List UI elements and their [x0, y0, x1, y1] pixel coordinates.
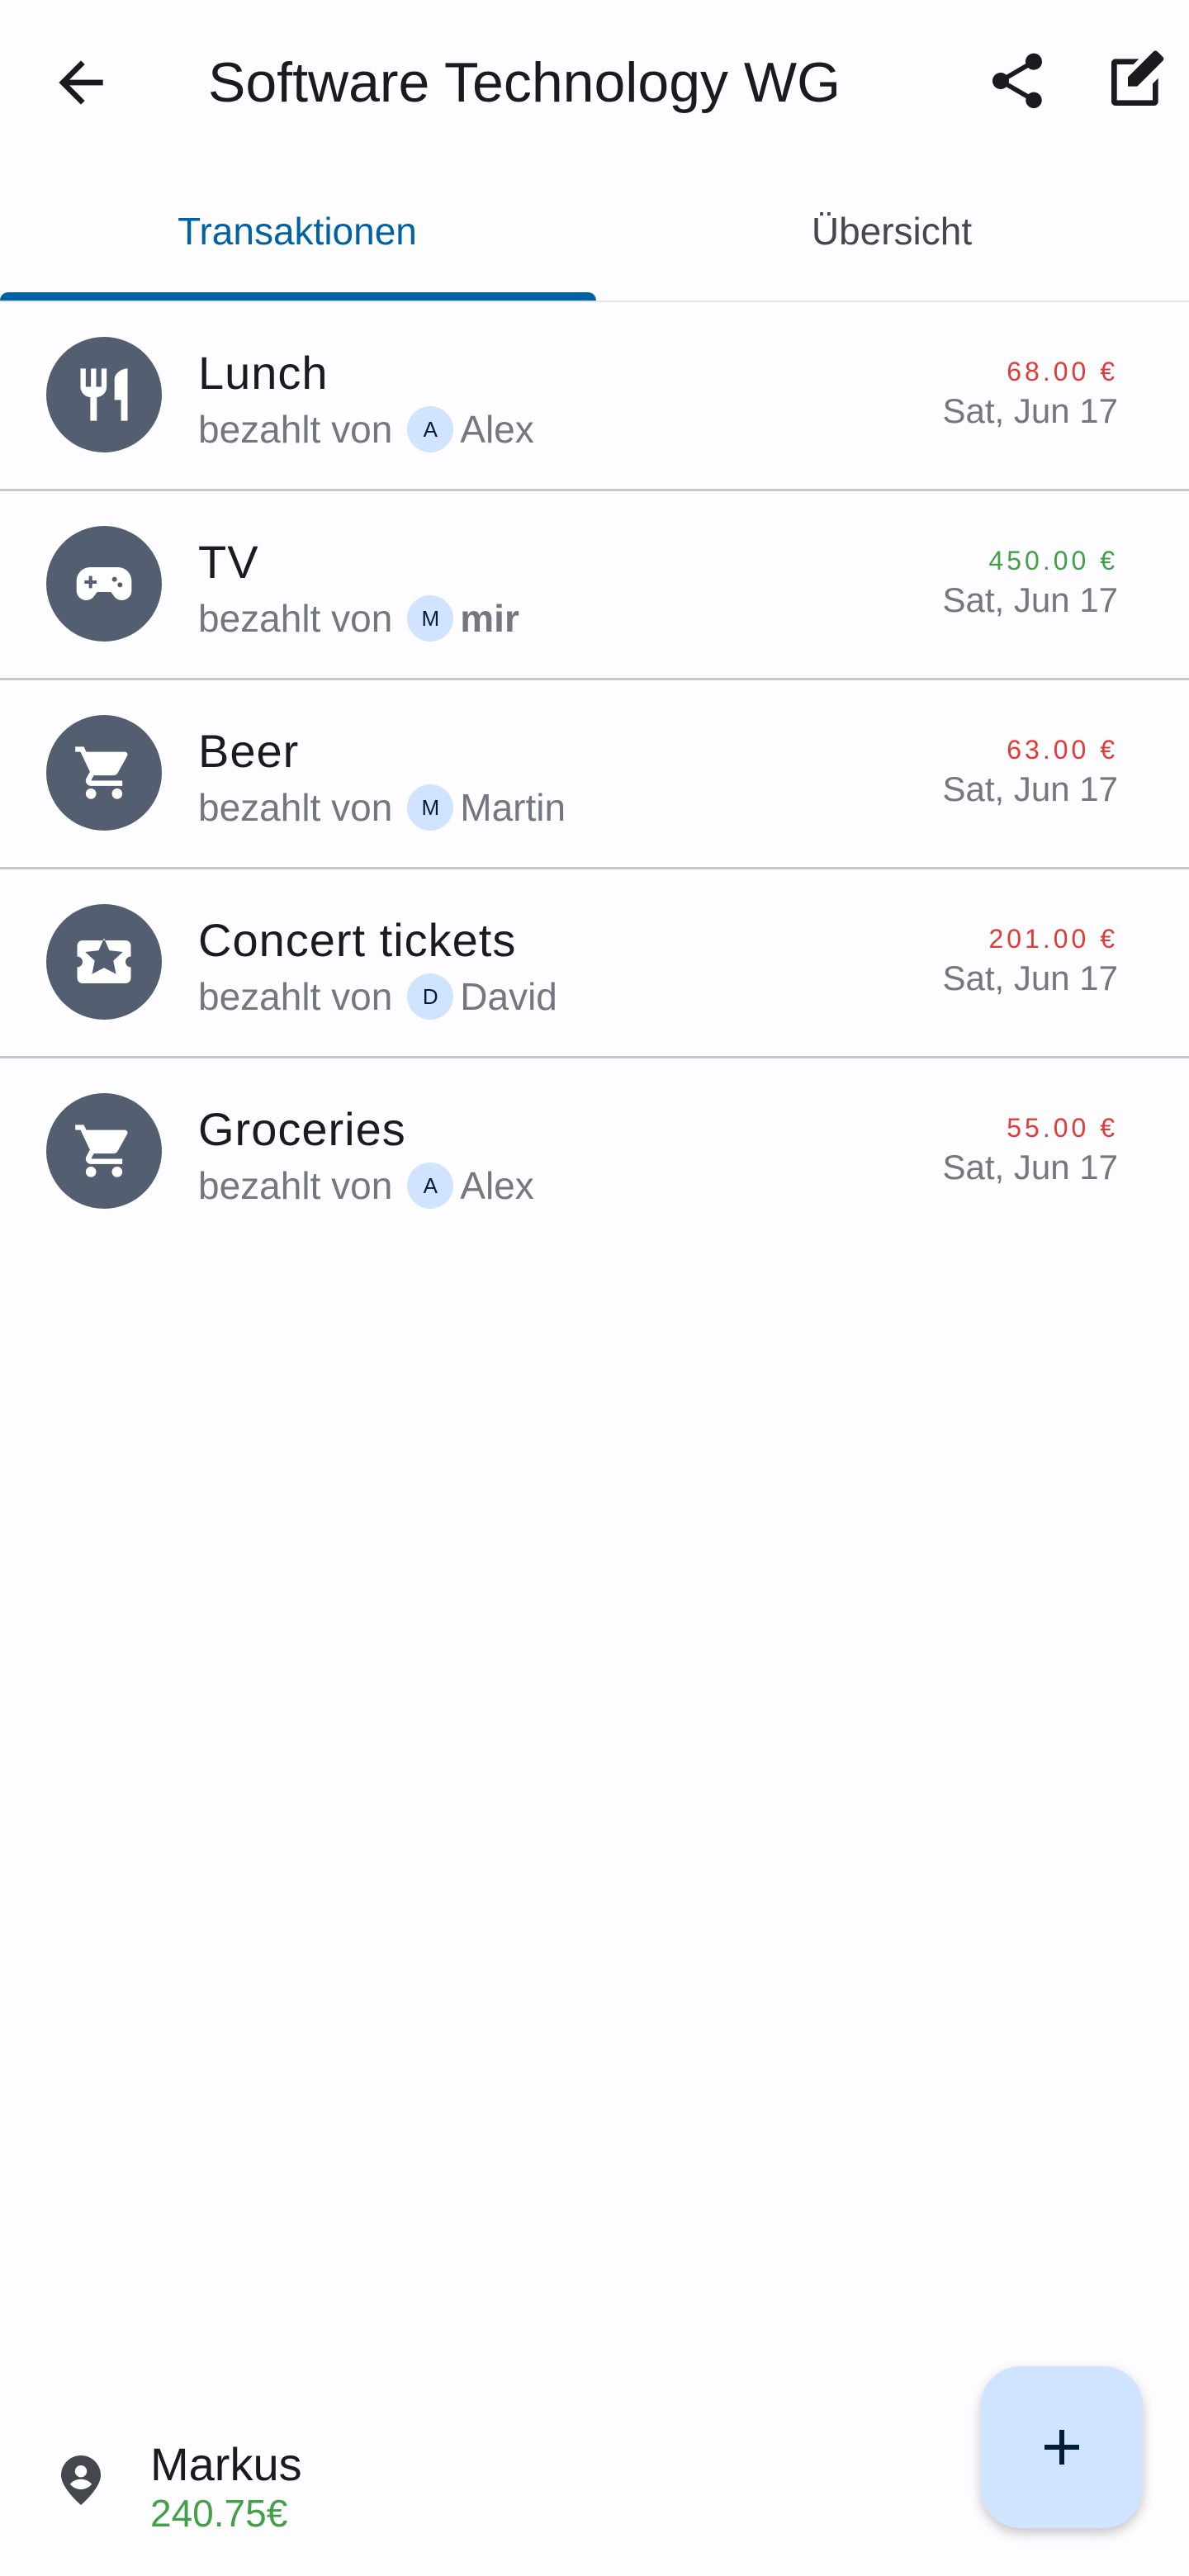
account-pin-icon [51, 2451, 111, 2510]
shopping-cart-icon [46, 1093, 162, 1209]
paid-by: bezahlt von D David [198, 970, 557, 1023]
arrow-back-icon[interactable] [48, 50, 114, 116]
payer-name: David [460, 975, 557, 1018]
transaction-title: Beer [198, 725, 300, 777]
restaurant-icon [46, 337, 162, 452]
avatar: M [407, 784, 454, 831]
transaction-amount: 201.00 € [988, 924, 1118, 954]
paid-by: bezahlt von M mir [198, 592, 519, 645]
payer-name: Alex [460, 1164, 534, 1207]
transaction-amount: 68.00 € [1007, 357, 1118, 386]
transaction-list: Lunch bezahlt von A Alex 68.00 € Sat, Ju… [0, 302, 1189, 1245]
paid-by: bezahlt von M Martin [198, 781, 566, 834]
list-item[interactable]: Concert tickets bezahlt von D David 201.… [0, 869, 1189, 1058]
gamepad-icon [46, 526, 162, 642]
paid-by-label: bezahlt von [198, 786, 393, 829]
add-transaction-button[interactable] [981, 2366, 1143, 2528]
tab-bar: Transaktionen Übersicht [0, 162, 1189, 302]
list-item[interactable]: TV bezahlt von M mir 450.00 € Sat, Jun 1… [0, 491, 1189, 680]
transaction-amount: 450.00 € [988, 546, 1118, 575]
shopping-cart-icon [46, 715, 162, 831]
current-user-name: Markus [150, 2438, 302, 2490]
transaction-title: Groceries [198, 1103, 406, 1155]
transaction-date: Sat, Jun 17 [942, 769, 1118, 808]
transaction-amount: 55.00 € [1007, 1113, 1118, 1143]
list-item[interactable]: Groceries bezahlt von A Alex 55.00 € Sat… [0, 1058, 1189, 1245]
transaction-title: Lunch [198, 347, 329, 399]
transaction-date: Sat, Jun 17 [942, 959, 1118, 997]
avatar: A [407, 1163, 454, 1209]
transaction-date: Sat, Jun 17 [942, 580, 1118, 619]
payer-name: Martin [460, 786, 566, 829]
avatar: D [407, 973, 454, 1020]
edit-icon[interactable] [1103, 48, 1169, 114]
paid-by-label: bezahlt von [198, 975, 393, 1018]
tab-uebersicht[interactable]: Übersicht [594, 162, 1189, 301]
paid-by-label: bezahlt von [198, 408, 393, 451]
tab-indicator [0, 292, 596, 301]
list-item[interactable]: Lunch bezahlt von A Alex 68.00 € Sat, Ju… [0, 302, 1189, 491]
paid-by-label: bezahlt von [198, 597, 393, 640]
transaction-title: Concert tickets [198, 914, 517, 966]
page-title: Software Technology WG [208, 51, 841, 114]
transaction-date: Sat, Jun 17 [942, 1148, 1118, 1186]
current-user-balance: 240.75€ [150, 2492, 288, 2535]
app-bar: Software Technology WG [0, 0, 1189, 162]
paid-by: bezahlt von A Alex [198, 403, 534, 456]
tab-transaktionen[interactable]: Transaktionen [0, 162, 594, 301]
avatar: M [407, 595, 454, 642]
transaction-title: TV [198, 536, 259, 588]
payer-name: Alex [460, 408, 534, 451]
avatar: A [407, 406, 454, 452]
paid-by-label: bezahlt von [198, 1164, 393, 1207]
add-icon [1045, 2430, 1079, 2465]
list-item[interactable]: Beer bezahlt von M Martin 63.00 € Sat, J… [0, 680, 1189, 869]
ticket-icon [46, 904, 162, 1020]
paid-by: bezahlt von A Alex [198, 1159, 534, 1212]
transaction-date: Sat, Jun 17 [942, 391, 1118, 430]
share-icon[interactable] [984, 48, 1050, 114]
transaction-amount: 63.00 € [1007, 735, 1118, 765]
payer-name: mir [460, 597, 519, 640]
